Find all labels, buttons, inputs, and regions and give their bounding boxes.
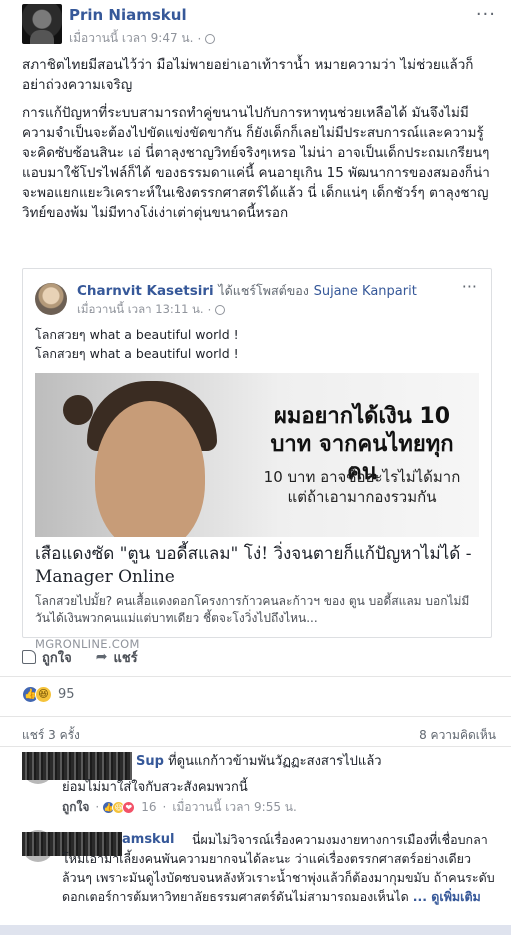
comment-count[interactable]: 8 ความคิดเห็น (419, 726, 496, 745)
more-options-icon[interactable]: ··· (476, 4, 496, 25)
shared-author-line: Charnvit Kasetsiri ได้แชร์โพสต์ของ Sujan… (77, 281, 417, 301)
comment-reactions[interactable]: 👍 😆 ❤ (102, 801, 136, 814)
link-title[interactable]: เสือแดงซัด "ตูน บอดี้สแลม" โง่! วิ่งจนตา… (35, 543, 479, 589)
comment-reaction-count: 16 (141, 800, 157, 814)
comment-text: ที่ดูนแกก้าวข้ามพันวัฏฏะสงสารไปแล้ว (168, 754, 382, 769)
image-subtext: 10 บาท อาจซื้ออะไรไม่ได้มาก แต่ถ้าเอามาก… (263, 468, 461, 506)
shared-target-name[interactable]: Sujane Kanparit (314, 284, 417, 299)
see-more-link[interactable]: ... ดูเพิ่มเติม (413, 889, 481, 904)
shared-author-avatar[interactable] (35, 283, 67, 315)
shared-author-name[interactable]: Charnvit Kasetsiri (77, 283, 214, 299)
shared-more-options-icon[interactable]: ··· (462, 277, 477, 296)
post-paragraph: สภาชิตไทยมีสอนไว้ว่า มือไม่พายอย่าเอาเท้… (22, 57, 474, 93)
reaction-count: 95 (58, 687, 75, 702)
like-button[interactable]: ถูกใจ (22, 647, 72, 668)
comment-like-link[interactable]: ถูกใจ (62, 798, 89, 817)
link-preview-image[interactable]: ผมอยากได้เงิน 10 บาท จากคนไทยทุกคน 10 บา… (35, 373, 479, 537)
comment-item: Sup ที่ดูนแกก้าวข้ามพันวัฏฏะสงสารไปแล้ว … (22, 752, 496, 818)
shared-text-line: โลกสวยๆ what a beautiful world ! (35, 327, 239, 342)
shared-text-line: โลกสวยๆ what a beautiful world ! (35, 346, 239, 361)
redacted-region (22, 752, 132, 780)
love-reaction-icon: ❤ (122, 801, 136, 814)
shared-meta: เมื่อวานนี้ เวลา 13:11 น. · (77, 301, 226, 319)
facebook-post-card: Prin Niamskul เมื่อวานนี้ เวลา 9:47 น. ·… (0, 0, 511, 935)
comment-footer: ถูกใจ · 👍 😆 ❤ 16 · เมื่อวานนี้ เวลา 9:55… (62, 798, 492, 817)
globe-icon (205, 33, 216, 44)
shared-post: Charnvit Kasetsiri ได้แชร์โพสต์ของ Sujan… (22, 268, 492, 651)
divider (0, 746, 511, 747)
thumbs-up-icon (22, 650, 36, 664)
haha-reaction-icon: 😆 (35, 686, 52, 703)
globe-icon (215, 305, 226, 315)
separator-dot: · (207, 303, 212, 317)
bottom-bar (0, 925, 511, 935)
separator-dot: · (162, 800, 167, 814)
post-actions: ถูกใจ ➦ แชร์ (22, 646, 492, 668)
post-header: Prin Niamskul เมื่อวานนี้ เวลา 9:47 น. ·… (0, 0, 511, 50)
share-icon: ➦ (95, 649, 108, 665)
person-hair-bun (63, 395, 93, 425)
share-label: แชร์ (113, 650, 138, 666)
comment-item: amskul นี่ผมไม่วิจารณ์เรื่องความงมงายทาง… (22, 830, 496, 924)
comment-text: ย่อมไม่มาใส่ใจกับสวะสังคมพวกนี้ (62, 780, 248, 795)
post-timestamp[interactable]: เมื่อวานนี้ เวลา 9:47 น. (69, 29, 193, 48)
shared-action-text: ได้แชร์โพสต์ของ (218, 283, 309, 298)
separator-dot: · (95, 800, 100, 814)
post-paragraph: การแก้ปัญหาที่ระบบสามารถทำคู่ขนานไปกับกา… (22, 105, 490, 221)
commenter-name[interactable]: Sup (136, 754, 164, 769)
post-stats: แชร์ 3 ครั้ง 8 ความคิดเห็น (22, 726, 496, 745)
separator-dot: · (197, 31, 202, 46)
author-avatar[interactable] (22, 4, 62, 44)
share-count[interactable]: แชร์ 3 ครั้ง (22, 726, 80, 745)
reactions-summary[interactable]: 👍 😆 95 (22, 686, 75, 703)
author-name[interactable]: Prin Niamskul (69, 6, 187, 24)
comment-text-block: นี่ผมไม่วิจารณ์เรื่องความงมงายทางการเมือ… (62, 830, 496, 906)
link-preview-info[interactable]: เสือแดงซัด "ตูน บอดี้สแลม" โง่! วิ่งจนตา… (23, 537, 491, 651)
post-body: สภาชิตไทยมีสอนไว้ว่า มือไม่พายอย่าเอาเท้… (22, 55, 497, 231)
link-description: โลกสวยไปมั้ย? คนเสื้อแดงดอกโครงการก้าวคน… (35, 594, 470, 625)
comment-timestamp[interactable]: เมื่อวานนี้ เวลา 9:55 น. (172, 798, 296, 817)
comment-bubble-continued: ย่อมไม่มาใส่ใจกับสวะสังคมพวกนี้ (62, 778, 492, 797)
like-label: ถูกใจ (42, 650, 72, 666)
shared-timestamp[interactable]: เมื่อวานนี้ เวลา 13:11 น. (77, 301, 204, 319)
post-meta: เมื่อวานนี้ เวลา 9:47 น. · (69, 29, 216, 48)
divider (0, 716, 511, 717)
share-button[interactable]: ➦ แชร์ (96, 647, 138, 668)
comment-bubble: Sup ที่ดูนแกก้าวข้ามพันวัฏฏะสงสารไปแล้ว (136, 752, 492, 771)
shared-text: โลกสวยๆ what a beautiful world ! โลกสวยๆ… (35, 325, 239, 363)
divider (0, 676, 511, 677)
